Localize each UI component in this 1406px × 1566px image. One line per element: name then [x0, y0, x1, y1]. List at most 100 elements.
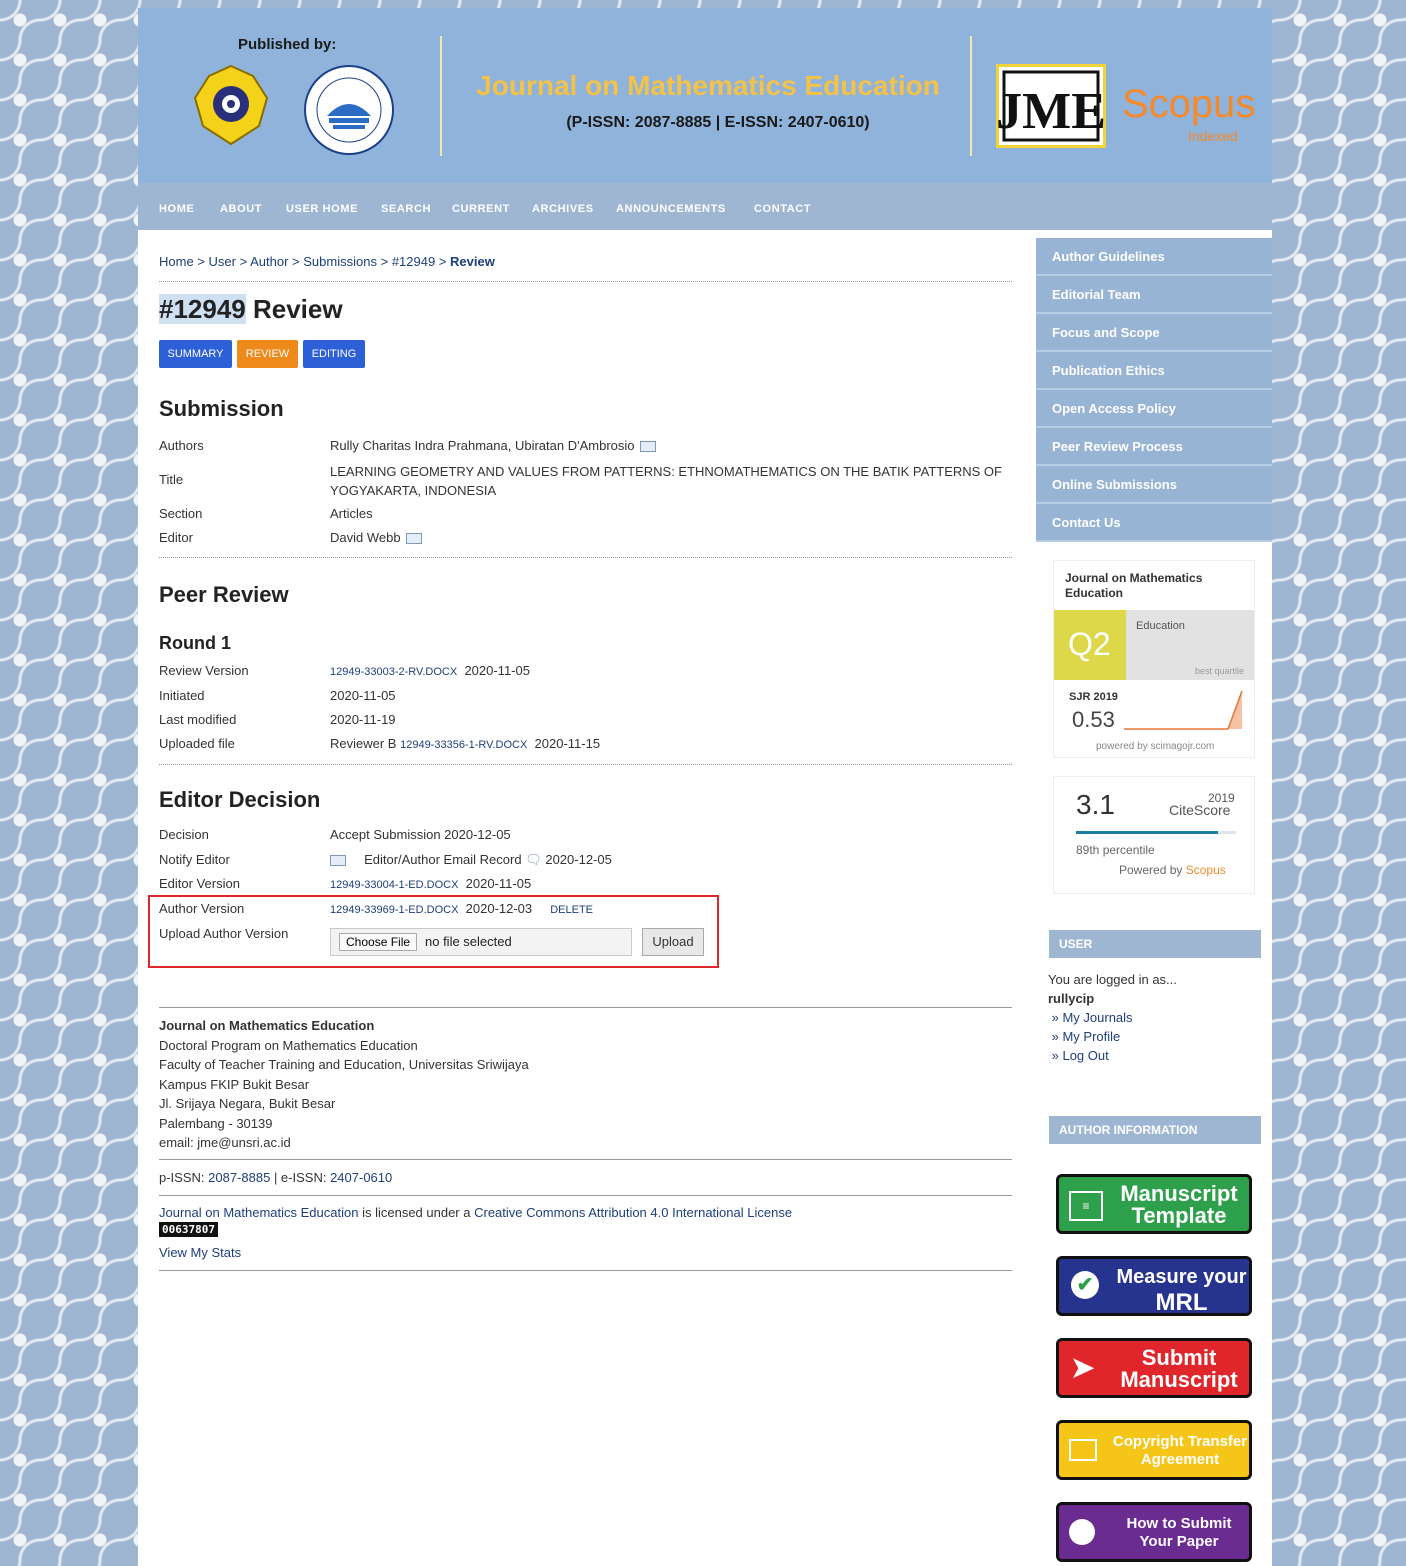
author-info-header: AUTHOR INFORMATION [1049, 1116, 1261, 1144]
published-by-label: Published by: [238, 36, 337, 53]
footer-divider [159, 1159, 1012, 1160]
sjr-quartile-box: Q2 [1054, 610, 1126, 680]
university-logo [193, 64, 269, 146]
delete-link[interactable]: DELETE [550, 904, 593, 916]
logged-in-text: You are logged in as... [1048, 972, 1177, 987]
footer-issn: p-ISSN: 2087-8885 | e-ISSN: 2407-0610 [159, 1170, 393, 1185]
review-version-file-link[interactable]: 12949-33003-2-RV.DOCX [330, 666, 457, 678]
nav-contact[interactable]: CONTACT [754, 203, 811, 215]
measure-mrl-label: Measure your MRL [1116, 1266, 1247, 1316]
nav-announcements[interactable]: ANNOUNCEMENTS [616, 203, 726, 215]
breadcrumb-current[interactable]: Review [450, 254, 495, 269]
sidebar-item-publication-ethics[interactable]: Publication Ethics [1036, 352, 1272, 390]
user-block: You are logged in as... rullycip » My Jo… [1048, 970, 1177, 1065]
header-divider [970, 36, 972, 156]
sidebar-item-peer-review-process[interactable]: Peer Review Process [1036, 428, 1272, 466]
footer-journal-name: Journal on Mathematics Education [159, 1018, 375, 1033]
nav-archives[interactable]: ARCHIVES [532, 203, 594, 215]
sidebar-item-author-guidelines[interactable]: Author Guidelines [1036, 238, 1272, 276]
pissn-link[interactable]: 2087-8885 [208, 1170, 270, 1185]
log-out-link[interactable]: » Log Out [1048, 1048, 1109, 1063]
email-icon[interactable] [405, 533, 422, 545]
sidebar-item-open-access[interactable]: Open Access Policy [1036, 390, 1272, 428]
copy-icon [1069, 1439, 1097, 1461]
license-link[interactable]: Creative Commons Attribution 4.0 Interna… [474, 1205, 792, 1220]
sjr-category: Education [1136, 620, 1185, 632]
round-heading: Round 1 [159, 633, 231, 653]
how-to-submit-button[interactable]: How to Submit Your Paper [1056, 1502, 1252, 1562]
head-speaking-icon [1069, 1519, 1095, 1545]
nav-about[interactable]: ABOUT [220, 203, 262, 215]
sjr-best-quartile: best quartile [1194, 666, 1244, 676]
sjr-value: 0.53 [1072, 707, 1115, 732]
initiated-value: 2020-11-05 [330, 688, 396, 703]
license-journal-link[interactable]: Journal on Mathematics Education [159, 1205, 358, 1220]
uploaded-file-link[interactable]: 12949-33356-1-RV.DOCX [400, 739, 527, 751]
nav-search[interactable]: SEARCH [381, 203, 431, 215]
sidebar-item-online-submissions[interactable]: Online Submissions [1036, 466, 1272, 504]
breadcrumb: Home > User > Author > Submissions > #12… [159, 254, 495, 269]
sidebar-item-contact-us[interactable]: Contact Us [1036, 504, 1272, 542]
breadcrumb-home[interactable]: Home [159, 254, 194, 269]
tab-review[interactable]: REVIEW [237, 340, 298, 368]
citescore-powered: Powered by Scopus [1119, 863, 1226, 877]
breadcrumb-author[interactable]: Author [250, 254, 288, 269]
authors-value: Rully Charitas Indra Prahmana, Ubiratan … [330, 438, 656, 453]
breadcrumb-id[interactable]: #12949 [392, 254, 435, 269]
divider [159, 557, 1012, 558]
how-to-submit-label: How to Submit Your Paper [1126, 1515, 1232, 1550]
mathematics-logo [304, 65, 394, 155]
upload-button[interactable]: Upload [642, 928, 704, 956]
sidebar-item-focus-scope[interactable]: Focus and Scope [1036, 314, 1272, 352]
email-icon[interactable] [639, 441, 656, 453]
citescore-label: CiteScore [1169, 802, 1231, 818]
sjr-widget[interactable]: Journal on Mathematics Education Q2 Educ… [1053, 560, 1255, 758]
no-file-text: no file selected [425, 934, 512, 949]
editor-decision-heading: Editor Decision [159, 787, 321, 812]
review-version-value: 12949-33003-2-RV.DOCX 2020-11-05 [330, 663, 530, 678]
author-version-label: Author Version [159, 901, 245, 916]
username: rullycip [1048, 991, 1095, 1006]
my-profile-link[interactable]: » My Profile [1048, 1029, 1121, 1044]
divider [159, 281, 1012, 282]
submission-heading: Submission [159, 396, 284, 421]
choose-file-button[interactable]: Choose File [339, 933, 418, 951]
user-block-header: USER [1049, 930, 1261, 958]
footer-divider [159, 1195, 1012, 1196]
measure-mrl-button[interactable]: ✔ Measure your MRL [1056, 1256, 1252, 1316]
nav-home[interactable]: HOME [159, 203, 194, 215]
eissn-link[interactable]: 2407-0610 [330, 1170, 392, 1185]
copyright-transfer-button[interactable]: Copyright Transfer Agreement [1056, 1420, 1252, 1480]
speech-bubble-icon[interactable]: 🗨 [525, 852, 542, 867]
citescore-percentile-track [1076, 831, 1236, 834]
breadcrumb-submissions[interactable]: Submissions [303, 254, 377, 269]
author-version-file-link[interactable]: 12949-33969-1-ED.DOCX [330, 904, 458, 916]
last-modified-label: Last modified [159, 712, 237, 727]
sjr-powered: powered by scimagojr.com [1096, 741, 1215, 752]
citescore-widget[interactable]: 3.1 2019 CiteScore 89th percentile Power… [1053, 776, 1255, 894]
my-journals-link[interactable]: » My Journals [1048, 1010, 1133, 1025]
visitor-counter: 00637807 [159, 1222, 218, 1237]
tab-summary[interactable]: SUMMARY [159, 340, 232, 368]
scopus-logo: Scopus [1122, 82, 1256, 126]
divider [159, 764, 1012, 765]
decision-label: Decision [159, 827, 209, 842]
sidebar-item-editorial-team[interactable]: Editorial Team [1036, 276, 1272, 314]
submit-manuscript-button[interactable]: ➤ Submit Manuscript [1056, 1338, 1252, 1398]
journal-title: Journal on Mathematics Education [476, 70, 940, 101]
nav-user-home[interactable]: USER HOME [286, 203, 358, 215]
nav-current[interactable]: CURRENT [452, 203, 510, 215]
site-header: Published by: Journal on Mathematics Edu… [138, 8, 1272, 183]
editor-label: Editor [159, 530, 193, 545]
send-arrow-icon: ➤ [1071, 1352, 1095, 1383]
view-stats-link[interactable]: View My Stats [159, 1243, 241, 1263]
email-icon[interactable] [330, 855, 346, 867]
breadcrumb-user[interactable]: User [209, 254, 236, 269]
file-input[interactable]: Choose File no file selected [330, 928, 632, 956]
section-value: Articles [330, 506, 373, 521]
editor-version-value: 12949-33004-1-ED.DOCX 2020-11-05 [330, 876, 532, 891]
jme-logo-text: JME [996, 83, 1106, 140]
editor-version-file-link[interactable]: 12949-33004-1-ED.DOCX [330, 879, 458, 891]
tab-editing[interactable]: EDITING [303, 340, 365, 368]
manuscript-template-button[interactable]: ≡ Manuscript Template [1056, 1174, 1252, 1234]
